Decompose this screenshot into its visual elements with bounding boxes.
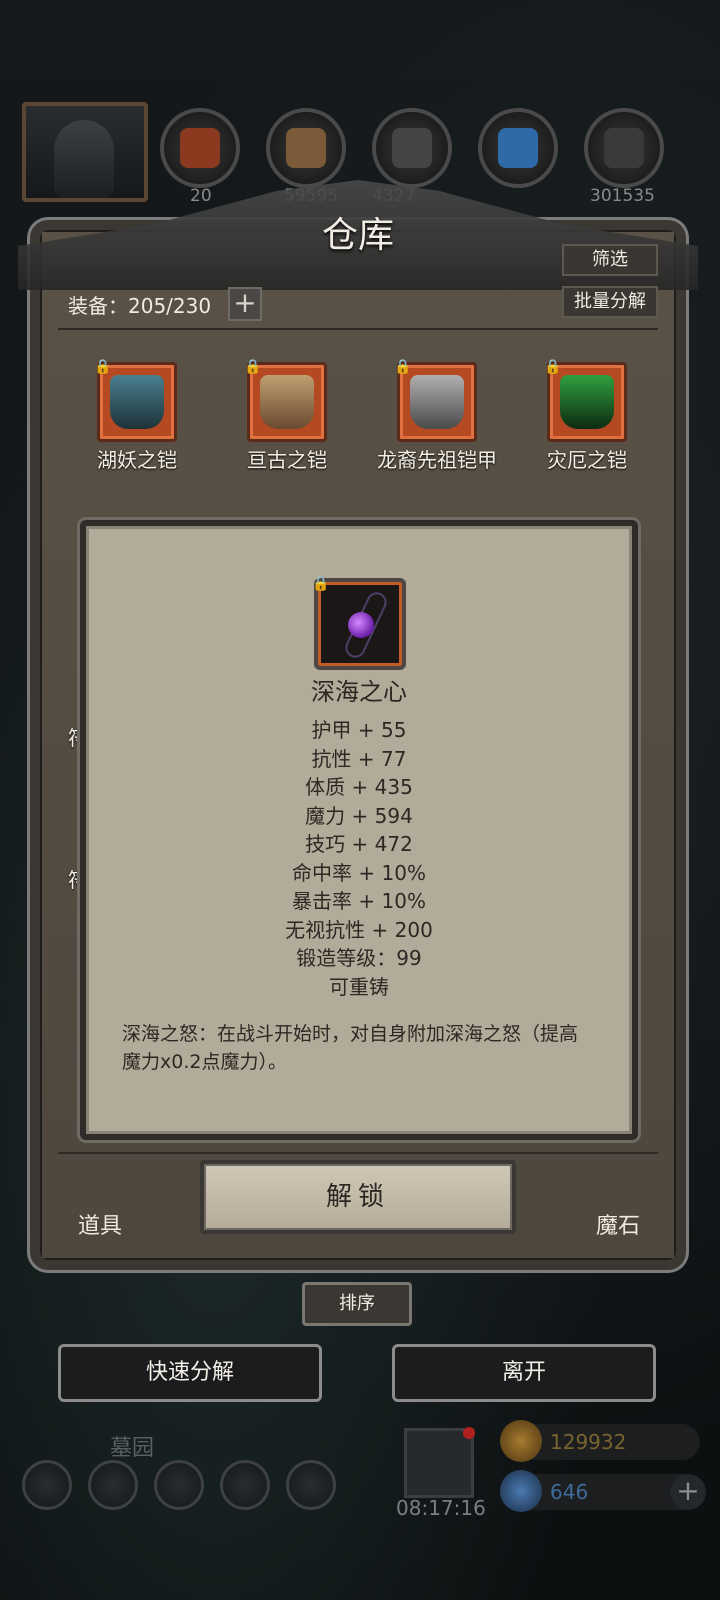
item-slot: 🔒 [244,359,327,442]
item-tooltip: 🔒 深海之心 护甲 + 55 抗性 + 77 体质 + 435 魔力 + 594… [80,520,638,1140]
shield-icon[interactable] [286,1460,336,1510]
item-name: 亘古之铠 [247,448,327,472]
settings-icon[interactable] [22,1460,72,1510]
divider [58,328,658,330]
armor-icon [410,375,464,429]
sort-button[interactable]: 排序 [302,1282,412,1326]
stat-line: 无视抗性 + 200 [285,917,433,942]
gem-shape [348,612,374,638]
item-slot: 🔒 [394,359,477,442]
quick-decompose-button[interactable]: 快速分解 [58,1344,322,1402]
tooltip-item-name: 深海之心 [311,678,407,706]
bulk-decompose-button[interactable]: 批量分解 [562,286,658,318]
stat-line: 抗性 + 77 [311,746,407,771]
lock-icon: 🔒 [244,359,262,375]
unlock-button[interactable]: 解锁 [200,1160,516,1234]
leave-button[interactable]: 离开 [392,1344,656,1402]
filter-button[interactable]: 筛选 [562,244,658,276]
resource-meat-icon [160,108,240,188]
item-slot: 🔒 [94,359,177,442]
armor-icon [110,375,164,429]
resource-stone-icon [584,108,664,188]
armor-icon [260,375,314,429]
tab-items[interactable]: 道具 [78,1208,122,1240]
resource-crystal-icon [478,108,558,188]
stat-line: 暴击率 + 10% [292,889,426,913]
tooltip-description: 深海之怒：在战斗开始时，对自身附加深海之怒（提高魔力x0.2点魔力）。 [122,1023,579,1073]
stat-line: 魔力 + 594 [305,803,413,828]
medal-icon[interactable] [88,1460,138,1510]
stat-line: 锻造等级：99 [296,946,422,970]
plus-icon[interactable]: + [228,287,262,321]
armor-icon [560,375,614,429]
equip-count: 装备：205/230 [68,294,212,318]
gem-value: 646 [550,1480,589,1504]
stat-line: 可重铸 [329,974,389,999]
location-label: 墓园 [110,1436,155,1461]
lock-icon: 🔒 [312,576,330,592]
amulet-icon: 🔒 [312,576,406,670]
map-icon[interactable] [154,1460,204,1510]
item-slot: 🔒 [544,359,627,442]
tab-magic-stones[interactable]: 魔石 [596,1208,640,1240]
sort-label: 排序 [339,1293,375,1314]
item-name: 湖妖之铠 [97,448,177,472]
gold-currency: 129932 [500,1420,700,1462]
stat-line: 命中率 + 10% [292,860,426,885]
item-name: 灾厄之铠 [547,448,627,472]
lock-icon: 🔒 [544,359,562,375]
divider [58,1152,658,1154]
item-name: 龙裔先祖铠甲 [377,448,497,472]
stat-line: 技巧 + 472 [305,832,413,856]
lock-icon: 🔒 [394,359,412,375]
unlock-label: 解锁 [325,1182,390,1212]
quick-decompose-label: 快速分解 [145,1360,234,1385]
resource-wood-icon [266,108,346,188]
clock: 08:17:16 [396,1496,486,1520]
gold-value: 129932 [550,1430,627,1454]
gem-icon [500,1470,542,1512]
mail-icon[interactable] [220,1460,270,1510]
item-cell[interactable]: 🔒 亘古之铠 [212,359,362,473]
stat-line: 护甲 + 55 [311,718,407,742]
notification-dot [463,1427,475,1439]
stat-line: 体质 + 435 [305,775,413,799]
gold-coin-icon [500,1420,542,1462]
item-cell[interactable]: 🔒 灾厄之铠 [512,359,662,473]
gift-icon[interactable] [404,1427,475,1498]
leave-label: 离开 [501,1360,546,1385]
item-cell[interactable]: 🔒 湖妖之铠 [62,359,212,473]
item-cell[interactable]: 🔒 龙裔先祖铠甲 [362,359,512,473]
tooltip-stats: 护甲 + 55 抗性 + 77 体质 + 435 魔力 + 594 技巧 + 4… [86,716,632,1001]
resource-iron-icon [372,108,452,188]
lock-icon: 🔒 [94,359,112,375]
add-currency-icon[interactable]: + [670,1474,706,1510]
